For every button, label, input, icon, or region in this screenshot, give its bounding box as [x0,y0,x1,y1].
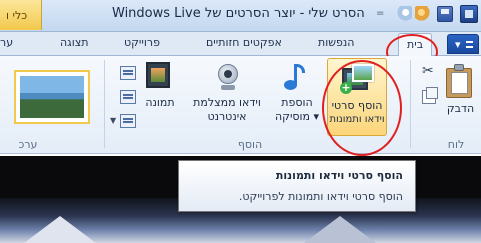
paste-button[interactable]: הדבק [440,56,481,134]
tooltip-title: הוסף סרטי וידאו ותמונות [275,169,403,182]
context-tab-label: כלי ו [6,9,28,22]
add-music-label-line2: מוסיקה ▾ [274,110,320,123]
snapshot-label: תמונה [145,96,175,109]
group-divider [104,60,105,148]
chevron-down-icon[interactable]: ▼ [110,116,116,125]
landscape-thumbnail-image [20,76,84,118]
group-label-add: הוסף [237,138,263,151]
title-bar: כלי ו הסרט שלי - יוצר הסרטים של Windows … [0,0,481,32]
qat-customize-separator[interactable]: = [376,8,384,22]
add-media-tooltip: הוסף סרטי וידאו ותמונות הוסף סרטי וידאו … [178,160,416,212]
group-label-clipboard: לוח [447,138,465,151]
title-text-icon[interactable] [120,66,136,80]
tab-view[interactable]: תצוגה [60,36,88,54]
caption-text-icon[interactable] [120,90,136,104]
menu-arrow-icon: ▾ [455,38,461,51]
tab-partial[interactable]: ער [0,36,13,54]
tab-animations[interactable]: הנפשות [318,36,354,54]
music-note-icon [284,64,306,90]
snapshot-button[interactable]: תמונה [140,56,180,134]
webcam-label-line2: אינטרנט [207,110,247,123]
webcam-icon [216,64,240,92]
group-divider [410,60,411,148]
annotation-circle-add-media [322,60,402,156]
menu-lines-icon [466,41,473,48]
save-icon[interactable] [437,6,453,22]
snapshot-icon [146,62,172,90]
undo-icon[interactable] [396,6,412,22]
tooltip-description: הוסף סרטי וידאו ותמונות לפרוייקט. [238,190,403,203]
tab-visual-effects[interactable]: אפקטים חזותיים [206,36,282,54]
add-music-button[interactable]: הוספת מוסיקה ▾ [268,56,326,134]
window-title: הסרט שלי - יוצר הסרטים של Windows Live [112,6,365,21]
add-music-label-line1: הוספת [281,96,313,109]
paste-label: הדבק [446,102,475,115]
copy-icon[interactable] [422,87,438,104]
mountain-shape [20,216,100,243]
app-icon[interactable] [460,5,478,23]
credits-text-icon[interactable] [120,114,136,128]
webcam-label-line1: וידאו ממצלמת [193,96,261,109]
theme-thumbnail[interactable] [14,70,90,124]
ribbon: ערכ ▼ תמונה וידאו ממצלמת אינטרנט הוספת מ… [0,56,481,154]
context-tab-video-tools[interactable]: כלי ו [0,0,42,30]
mountain-shape [300,216,380,243]
tab-project[interactable]: פרוייקט [124,36,160,54]
redo-icon[interactable] [415,6,431,22]
cut-icon[interactable]: ✂ [422,64,436,78]
group-label-themes: ערכ [18,138,38,151]
file-menu-button[interactable]: ▾ [447,34,479,54]
webcam-video-button[interactable]: וידאו ממצלמת אינטרנט [186,56,268,134]
paste-icon [446,64,474,98]
